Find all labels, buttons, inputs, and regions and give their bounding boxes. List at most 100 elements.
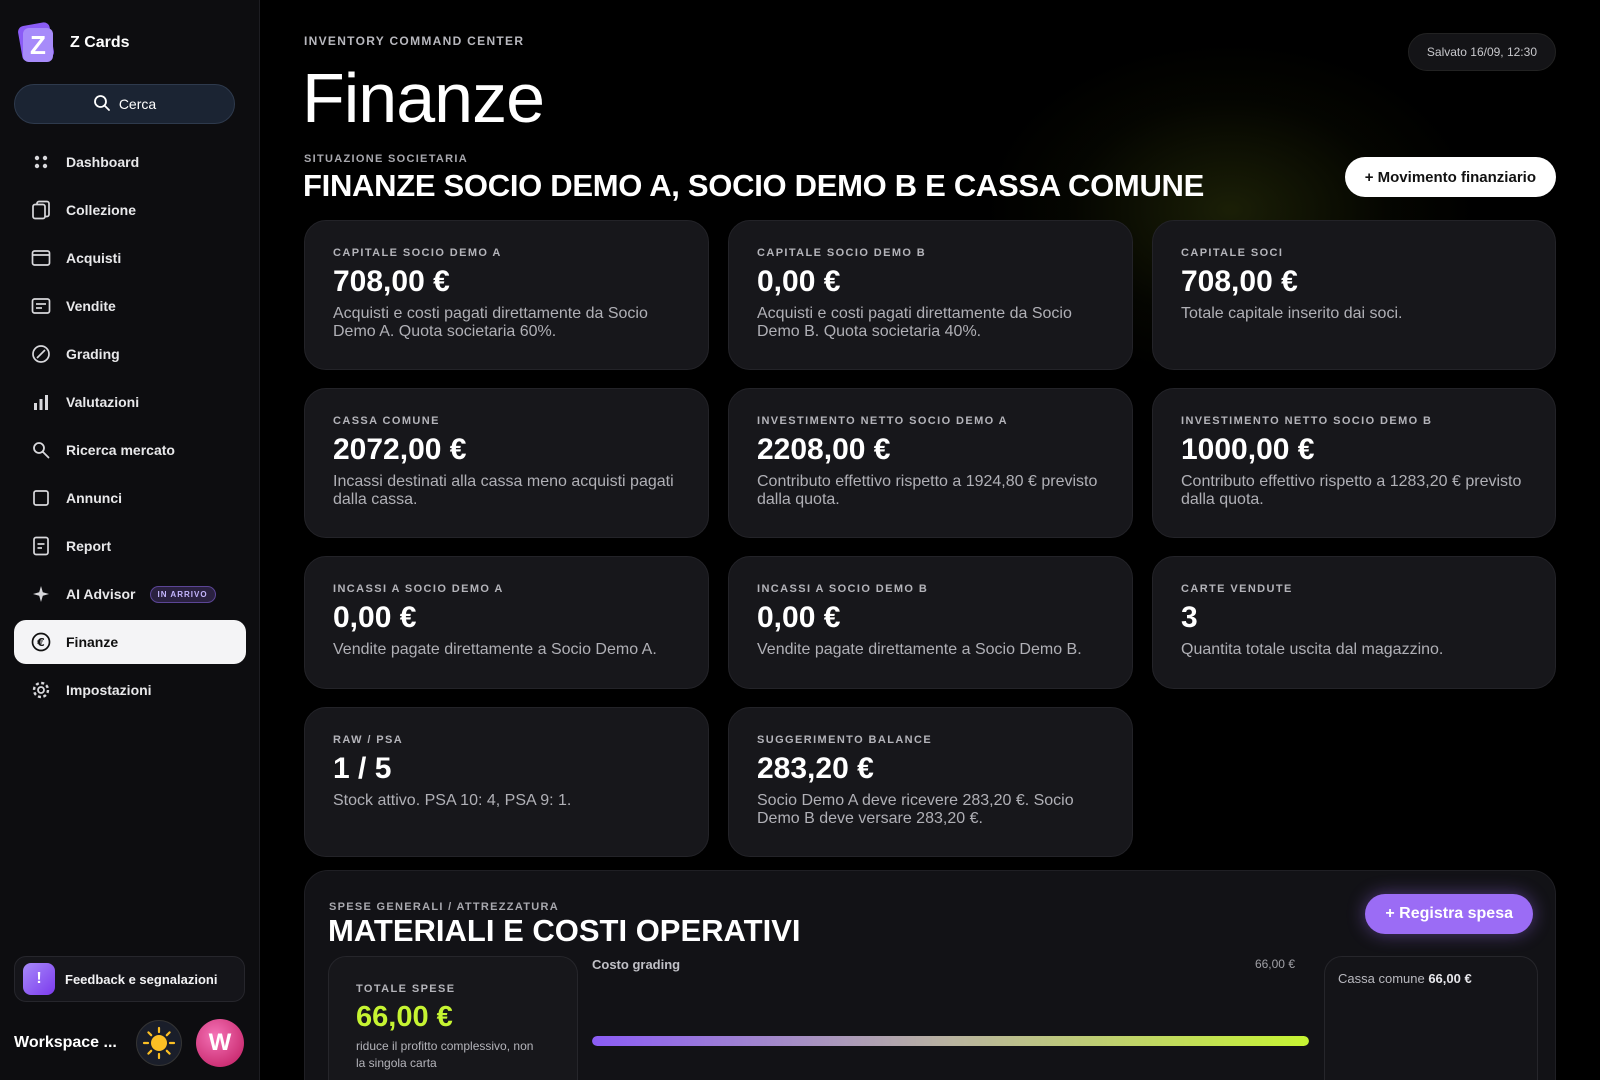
- stat-value: 708,00 €: [1181, 265, 1298, 298]
- stat-description: Incassi destinati alla cassa meno acquis…: [333, 473, 674, 508]
- sidebar-item-impostazioni[interactable]: Impostazioni: [14, 668, 246, 712]
- stat-value: 283,20 €: [757, 752, 874, 785]
- feedback-label: Feedback e segnalazioni: [65, 971, 218, 987]
- sidebar-item-label: Grading: [66, 346, 120, 362]
- total-expenses-card: TOTALE SPESE 66,00 € riduce il profitto …: [328, 956, 578, 1080]
- expense-category-amount: 66,00 €: [1254, 957, 1295, 971]
- stat-card-raw-psa: RAW / PSA 1 / 5 Stock attivo. PSA 10: 4,…: [304, 707, 709, 857]
- search-icon: [93, 94, 111, 115]
- stat-value: 1 / 5: [333, 752, 392, 785]
- stat-label: INVESTIMENTO NETTO SOCIO DEMO B: [1181, 415, 1433, 427]
- workspace-switcher: Workspace ... W: [14, 1018, 246, 1068]
- sidebar-item-label: Annunci: [66, 490, 122, 506]
- operating-costs-panel: SPESE GENERALI / ATTREZZATURA MATERIALI …: [304, 870, 1556, 1080]
- stat-value: 0,00 €: [333, 601, 417, 634]
- sidebar-item-label: AI Advisor: [66, 586, 136, 602]
- search-icon: [30, 439, 52, 461]
- expense-progress-bar: [592, 1036, 1309, 1046]
- stat-description: Stock attivo. PSA 10: 4, PSA 9: 1.: [333, 792, 572, 809]
- sidebar-item-valutazioni[interactable]: Valutazioni: [14, 380, 246, 424]
- register-expense-button[interactable]: + Registra spesa: [1365, 894, 1533, 934]
- sidebar-item-collezione[interactable]: Collezione: [14, 188, 246, 232]
- stat-label: RAW / PSA: [333, 734, 404, 746]
- stat-card-suggerimento-balance: SUGGERIMENTO BALANCE 283,20 € Socio Demo…: [728, 707, 1133, 857]
- dashboard-icon: [30, 151, 52, 173]
- bar-chart-icon: [30, 391, 52, 413]
- avatar[interactable]: W: [196, 1019, 244, 1067]
- sidebar-item-label: Valutazioni: [66, 394, 140, 410]
- ops-title: MATERIALI E COSTI OPERATIVI: [328, 913, 801, 948]
- ops-eyebrow: SPESE GENERALI / ATTREZZATURA: [329, 901, 560, 913]
- stat-card-capitale-socio-a: CAPITALE SOCIO DEMO A 708,00 € Acquisti …: [304, 220, 709, 370]
- theme-toggle-sun-icon[interactable]: [136, 1020, 182, 1066]
- stat-label: SUGGERIMENTO BALANCE: [757, 734, 933, 746]
- stat-card-capitale-socio-b: CAPITALE SOCIO DEMO B 0,00 € Acquisti e …: [728, 220, 1133, 370]
- expense-category-label: Costo grading: [592, 957, 681, 972]
- stat-card-capitale-soci: CAPITALE SOCI 708,00 € Totale capitale i…: [1152, 220, 1556, 370]
- stat-label: CAPITALE SOCI: [1181, 247, 1284, 259]
- sidebar-nav: Dashboard Collezione Acquisti Vendite Gr…: [14, 140, 246, 716]
- sidebar-item-label: Collezione: [66, 202, 137, 218]
- stat-description: Acquisti e costi pagati direttamente da …: [333, 305, 648, 340]
- sidebar-item-ai-advisor[interactable]: AI Advisor IN ARRIVO: [14, 572, 246, 616]
- stat-description: Acquisti e costi pagati direttamente da …: [757, 305, 1072, 340]
- sidebar-item-label: Finanze: [66, 634, 119, 650]
- stat-value: 0,00 €: [757, 265, 841, 298]
- stat-value: 3: [1181, 601, 1198, 634]
- wallet-icon: [30, 247, 52, 269]
- stat-description: Vendite pagate direttamente a Socio Demo…: [757, 641, 1082, 658]
- total-expenses-description: riduce il profitto complessivo, non la s…: [356, 1039, 534, 1070]
- stat-description: Quantita totale uscita dal magazzino.: [1181, 641, 1444, 658]
- main-content: INVENTORY COMMAND CENTER Finanze Salvato…: [260, 0, 1600, 1080]
- sidebar: Z Z Cards Cerca Dashboard Collezione Acq…: [0, 0, 260, 1080]
- stat-value: 2072,00 €: [333, 433, 467, 466]
- stat-card-carte-vendute: CARTE VENDUTE 3 Quantita totale uscita d…: [1152, 556, 1556, 689]
- stat-card-investimento-socio-b: INVESTIMENTO NETTO SOCIO DEMO B 1000,00 …: [1152, 388, 1556, 538]
- sidebar-item-finanze[interactable]: € Finanze: [14, 620, 246, 664]
- sidebar-item-label: Acquisti: [66, 250, 122, 266]
- sidebar-item-annunci[interactable]: Annunci: [14, 476, 246, 520]
- search-label: Cerca: [118, 96, 157, 112]
- sidebar-item-label: Impostazioni: [66, 682, 152, 698]
- receipt-icon: [30, 295, 52, 317]
- stat-description: Totale capitale inserito dai soci.: [1181, 305, 1403, 322]
- stat-label: INCASSI A SOCIO DEMO A: [333, 583, 504, 595]
- grading-icon: [30, 343, 52, 365]
- document-icon: [30, 535, 52, 557]
- square-icon: [30, 487, 52, 509]
- cassa-comune-value: 66,00 €: [1428, 971, 1472, 986]
- stat-label: INVESTIMENTO NETTO SOCIO DEMO A: [757, 415, 1008, 427]
- stat-label: INCASSI A SOCIO DEMO B: [757, 583, 929, 595]
- stat-label: CAPITALE SOCIO DEMO A: [333, 247, 502, 259]
- stat-label: CARTE VENDUTE: [1181, 583, 1293, 595]
- stat-description: Vendite pagate direttamente a Socio Demo…: [333, 641, 657, 658]
- sidebar-item-dashboard[interactable]: Dashboard: [14, 140, 246, 184]
- alert-icon: !: [23, 963, 55, 995]
- svg-text:€: €: [36, 636, 45, 649]
- stat-card-incassi-socio-a: INCASSI A SOCIO DEMO A 0,00 € Vendite pa…: [304, 556, 709, 689]
- total-expenses-value: 66,00 €: [356, 1001, 453, 1033]
- cassa-comune-card: Cassa comune 66,00 €: [1324, 956, 1538, 1080]
- stat-value: 2208,00 €: [757, 433, 891, 466]
- sidebar-item-vendite[interactable]: Vendite: [14, 284, 246, 328]
- sidebar-item-label: Vendite: [66, 298, 116, 314]
- section-eyebrow: SITUAZIONE SOCIETARIA: [304, 153, 468, 165]
- stat-label: CASSA COMUNE: [333, 415, 440, 427]
- cards-icon: [30, 199, 52, 221]
- brand-logo-icon: Z: [17, 21, 56, 63]
- stat-card-investimento-socio-a: INVESTIMENTO NETTO SOCIO DEMO A 2208,00 …: [728, 388, 1133, 538]
- brand[interactable]: Z Z Cards: [17, 21, 130, 63]
- sidebar-item-report[interactable]: Report: [14, 524, 246, 568]
- stat-description: Socio Demo A deve ricevere 283,20 €. Soc…: [757, 792, 1074, 827]
- page-title: Finanze: [302, 59, 545, 137]
- feedback-button[interactable]: ! Feedback e segnalazioni: [14, 956, 245, 1002]
- workspace-label[interactable]: Workspace ...: [14, 1034, 126, 1052]
- search-button[interactable]: Cerca: [14, 84, 235, 124]
- stat-card-cassa-comune: CASSA COMUNE 2072,00 € Incassi destinati…: [304, 388, 709, 538]
- add-financial-movement-button[interactable]: + Movimento finanziario: [1344, 157, 1556, 197]
- sidebar-item-ricerca-mercato[interactable]: Ricerca mercato: [14, 428, 246, 472]
- sidebar-item-grading[interactable]: Grading: [14, 332, 246, 376]
- stat-description: Contributo effettivo rispetto a 1924,80 …: [757, 473, 1098, 508]
- sidebar-item-acquisti[interactable]: Acquisti: [14, 236, 246, 280]
- coming-soon-badge: IN ARRIVO: [149, 585, 216, 603]
